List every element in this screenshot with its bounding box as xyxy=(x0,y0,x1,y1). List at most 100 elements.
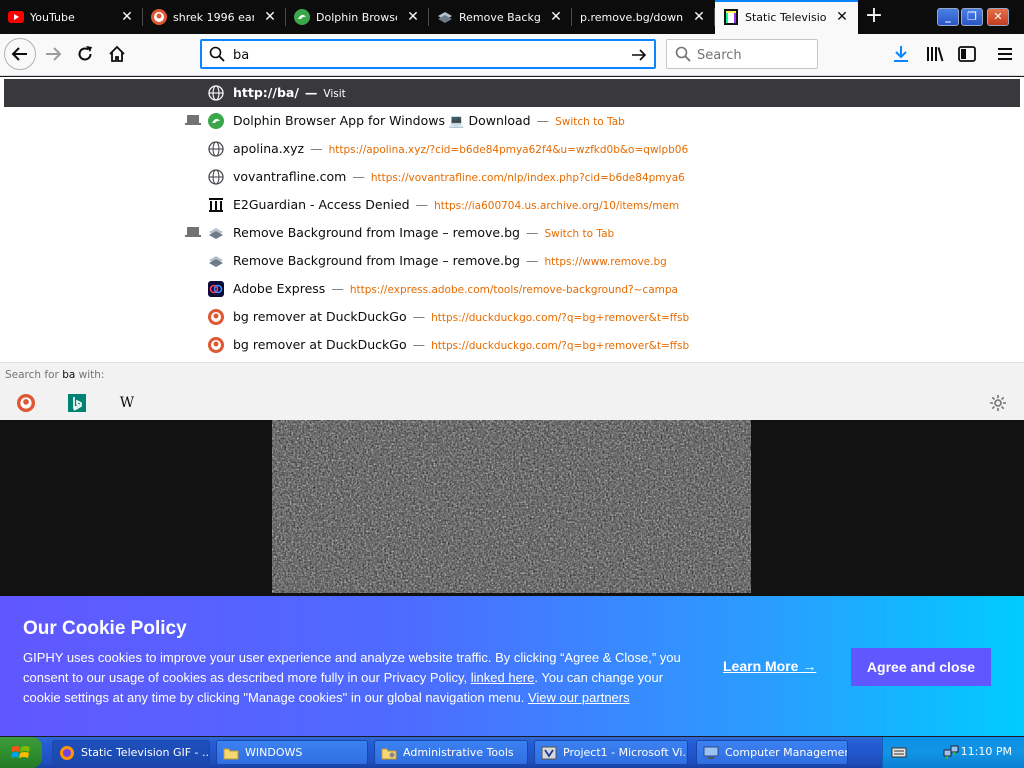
taskbar-item-firefox[interactable]: Static Television GIF - ... xyxy=(52,740,210,765)
globe-icon xyxy=(208,141,224,157)
autocomplete-row-visit[interactable]: http://ba/— Visit xyxy=(4,79,1020,107)
close-window-button[interactable]: ✕ xyxy=(987,8,1009,26)
close-tab-icon[interactable]: ✕ xyxy=(834,9,850,25)
privacy-policy-link[interactable]: linked here xyxy=(471,670,535,685)
autocomplete-title: Remove Background from Image – remove.bg… xyxy=(233,253,667,268)
clock[interactable]: 11:10 PM xyxy=(961,745,1012,758)
autocomplete-row[interactable]: Remove Background from Image – remove.bg… xyxy=(4,247,1020,275)
cookie-text: GIPHY uses cookies to improve your user … xyxy=(23,650,681,705)
close-tab-icon[interactable]: ✕ xyxy=(262,9,278,25)
reload-icon xyxy=(78,46,92,61)
bing-icon xyxy=(68,394,86,412)
autocomplete-row[interactable]: E2Guardian - Access Denied — https://ia600… xyxy=(4,191,1020,219)
new-tab-button[interactable]: + xyxy=(862,5,886,29)
close-tab-icon[interactable]: ✕ xyxy=(119,9,135,25)
autocomplete-row[interactable]: Adobe Express — https://express.adobe.com/… xyxy=(4,275,1020,303)
autocomplete-title: Adobe Express — https://express.adobe.com/… xyxy=(233,281,678,296)
url-autocomplete-popup: http://ba/— Visit Dolphin Browser App for… xyxy=(0,77,1024,420)
back-button[interactable] xyxy=(4,38,36,70)
open-tab-icon xyxy=(185,115,201,125)
url-bar[interactable] xyxy=(200,39,656,69)
autocomplete-title: Remove Background from Image – remove.bg… xyxy=(233,225,615,240)
downloads-button[interactable] xyxy=(886,39,916,69)
restore-window-button[interactable]: ❐ xyxy=(961,8,983,26)
close-tab-icon[interactable]: ✕ xyxy=(691,9,707,25)
autocomplete-row[interactable]: Dolphin Browser App for Windows 💻 Downlo… xyxy=(4,107,1020,135)
taskbar: Static Television GIF - ... WINDOWS Admi… xyxy=(0,737,1024,768)
search-input[interactable] xyxy=(697,46,807,64)
tab-title: YouTube xyxy=(30,10,75,24)
one-off-search-engines: Search for ba with: W xyxy=(0,362,1024,420)
home-button[interactable] xyxy=(102,39,132,69)
bing-engine-button[interactable] xyxy=(68,394,86,412)
tab-title: p.remove.bg/downlo xyxy=(580,10,683,24)
go-arrow-icon[interactable] xyxy=(629,45,649,65)
duckduckgo-icon xyxy=(208,337,224,353)
network-icon[interactable] xyxy=(943,744,959,760)
navigation-toolbar xyxy=(0,34,1024,76)
tab-title: Dolphin Browser / xyxy=(316,10,397,24)
close-tab-icon[interactable]: ✕ xyxy=(405,9,421,25)
keyboard-icon[interactable] xyxy=(891,745,907,759)
view-partners-link[interactable]: View our partners xyxy=(528,690,630,705)
removebg-icon xyxy=(208,253,224,269)
tab-strip: YouTube ✕ shrek 1996 early ✕ Dolphin Bro… xyxy=(0,0,1024,34)
taskbar-item-visual-basic[interactable]: Project1 - Microsoft Vi... xyxy=(534,740,688,765)
adobe-express-icon xyxy=(208,281,224,297)
duckduckgo-engine-button[interactable] xyxy=(17,394,35,412)
tab-shrek-search[interactable]: shrek 1996 early ✕ xyxy=(143,0,286,34)
menu-button[interactable] xyxy=(990,39,1020,69)
wikipedia-engine-button[interactable]: W xyxy=(118,394,136,412)
autocomplete-row[interactable]: vovantrafline.com — https://vovantrafline.… xyxy=(4,163,1020,191)
tab-removebg[interactable]: Remove Backgrou ✕ xyxy=(429,0,572,34)
taskbar-item-windows-folder[interactable]: WINDOWS xyxy=(216,740,368,765)
library-icon xyxy=(927,47,944,62)
autocomplete-url: https://duckduckgo.com/?q=bg+remover&t=f… xyxy=(431,312,690,324)
autocomplete-title: apolina.xyz — https://apolina.xyz/?cid=b6d… xyxy=(233,141,689,156)
autocomplete-row[interactable]: apolina.xyz — https://apolina.xyz/?cid=b6d… xyxy=(4,135,1020,163)
autocomplete-row[interactable]: bg remover at DuckDuckGo — https://duckduc… xyxy=(4,331,1020,359)
start-button[interactable] xyxy=(0,737,42,768)
search-icon xyxy=(675,46,691,62)
tab-removebg-download[interactable]: p.remove.bg/downlo ✕ xyxy=(572,0,715,34)
learn-more-link[interactable]: Learn More → xyxy=(723,658,816,674)
autocomplete-row[interactable]: bg remover at DuckDuckGo — https://duckduc… xyxy=(4,303,1020,331)
forward-button[interactable] xyxy=(38,39,68,69)
sidebar-button[interactable] xyxy=(952,39,982,69)
autocomplete-title: E2Guardian - Access Denied — https://ia600… xyxy=(233,197,680,212)
forward-arrow-icon xyxy=(46,47,62,61)
autocomplete-title: http://ba/— Visit xyxy=(233,85,346,100)
tab-title: shrek 1996 early xyxy=(173,10,254,24)
back-arrow-icon xyxy=(11,47,27,61)
agree-and-close-button[interactable]: Agree and close xyxy=(851,648,991,686)
minimize-window-button[interactable]: _ xyxy=(937,8,959,26)
archive-icon xyxy=(208,197,224,213)
autocomplete-url: https://express.adobe.com/tools/remove-b… xyxy=(349,284,678,296)
wikipedia-icon: W xyxy=(119,395,135,411)
taskbar-item-computer-management[interactable]: Computer Management xyxy=(696,740,848,765)
autocomplete-row[interactable]: Remove Background from Image – remove.bg… xyxy=(4,219,1020,247)
library-button[interactable] xyxy=(920,39,950,69)
autocomplete-url: https://www.remove.bg xyxy=(544,256,667,268)
globe-icon xyxy=(208,85,224,101)
reload-button[interactable] xyxy=(70,39,100,69)
taskbar-item-admin-tools[interactable]: Administrative Tools xyxy=(374,740,528,765)
tab-dolphin[interactable]: Dolphin Browser / ✕ xyxy=(286,0,429,34)
tab-youtube[interactable]: YouTube ✕ xyxy=(0,0,143,34)
duckduckgo-icon xyxy=(17,394,35,412)
autocomplete-title: bg remover at DuckDuckGo — https://duckduc… xyxy=(233,309,690,324)
static-television-gif[interactable] xyxy=(272,420,751,593)
search-for-label: Search for ba with: xyxy=(5,369,105,381)
removebg-icon xyxy=(437,9,453,25)
tv-static-noise xyxy=(272,420,751,593)
gear-icon[interactable] xyxy=(989,394,1007,412)
switch-to-tab-action: Switch to Tab xyxy=(555,116,625,128)
url-input[interactable] xyxy=(233,46,613,64)
visual-basic-icon xyxy=(541,746,557,759)
search-bar[interactable] xyxy=(666,39,818,69)
giphy-icon xyxy=(723,9,739,25)
close-tab-icon[interactable]: ✕ xyxy=(548,9,564,25)
autocomplete-url: https://apolina.xyz/?cid=b6de84pmya62f4&… xyxy=(328,144,689,156)
duckduckgo-icon xyxy=(208,309,224,325)
tab-static-television[interactable]: Static Television G ✕ xyxy=(715,0,858,34)
